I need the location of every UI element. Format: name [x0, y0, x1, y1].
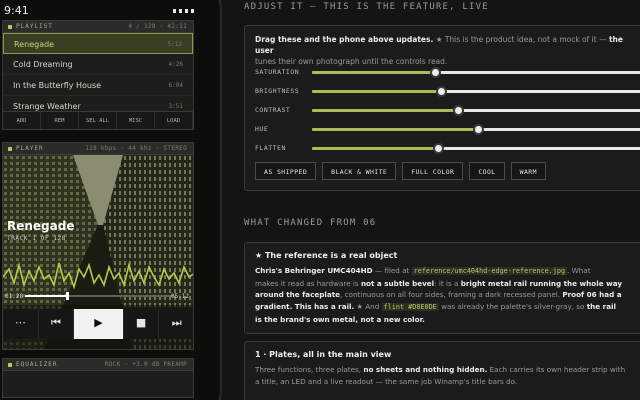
slider-brightness: BRIGHTNESS — [255, 85, 640, 97]
slider-label: CONTRAST — [255, 106, 291, 114]
card-title: 1 · Plates, all in the main view — [255, 350, 392, 359]
preset-buttons: AS SHIPPED BLACK & WHITE FULL COLOR COOL… — [255, 162, 546, 180]
changes-heading: WHAT CHANGED FROM 06 — [244, 218, 377, 228]
slider-hue: HUE — [255, 123, 640, 135]
slider-track[interactable] — [312, 86, 640, 97]
slider-handle[interactable] — [453, 105, 465, 116]
preset-as-shipped-button[interactable]: AS SHIPPED — [255, 162, 317, 180]
slider-handle[interactable] — [429, 67, 441, 78]
adjust-heading: ADJUST IT — THIS IS THE FEATURE, LIVE — [244, 2, 489, 12]
slider-label: HUE — [255, 125, 269, 133]
slider-contrast: CONTRAST — [255, 104, 640, 116]
slider-track[interactable] — [312, 105, 640, 116]
slider-label: FLATTEN — [255, 144, 286, 152]
card-title: ★ The reference is a real object — [255, 251, 398, 260]
slider-track[interactable] — [312, 124, 640, 135]
slider-handle[interactable] — [433, 143, 445, 154]
adjust-intro: Drag these and the phone above updates. … — [255, 35, 623, 66]
slider-flatten: FLATTEN — [255, 142, 640, 154]
preset-black-white-button[interactable]: BLACK & WHITE — [322, 162, 397, 180]
card-body: Three functions, three plates, no sheets… — [255, 365, 626, 386]
card-body: Chris's Behringer UMC404HD — filed at re… — [255, 266, 623, 324]
preset-full-color-button[interactable]: FULL COLOR — [402, 162, 464, 180]
slider-saturation: SATURATION — [255, 66, 640, 78]
slider-track[interactable] — [312, 143, 640, 154]
slider-handle[interactable] — [436, 86, 448, 97]
color-token: flint #D8E0DE — [381, 303, 439, 312]
slider-label: SATURATION — [255, 68, 300, 76]
notes-panel: ADJUST IT — THIS IS THE FEATURE, LIVE Dr… — [0, 0, 640, 400]
adjust-card: Drag these and the phone above updates. … — [244, 25, 640, 191]
slider-track[interactable] — [312, 67, 640, 78]
preset-cool-button[interactable]: COOL — [469, 162, 505, 180]
change-card-plates: 1 · Plates, all in the main view Three f… — [244, 341, 640, 400]
file-path: reference/umc404hd-edge-reference.jpg — [411, 267, 568, 275]
change-card-reference: ★ The reference is a real object Chris's… — [244, 242, 640, 334]
slider-label: BRIGHTNESS — [255, 87, 300, 95]
preset-warm-button[interactable]: WARM — [510, 162, 546, 180]
slider-handle[interactable] — [473, 124, 484, 135]
